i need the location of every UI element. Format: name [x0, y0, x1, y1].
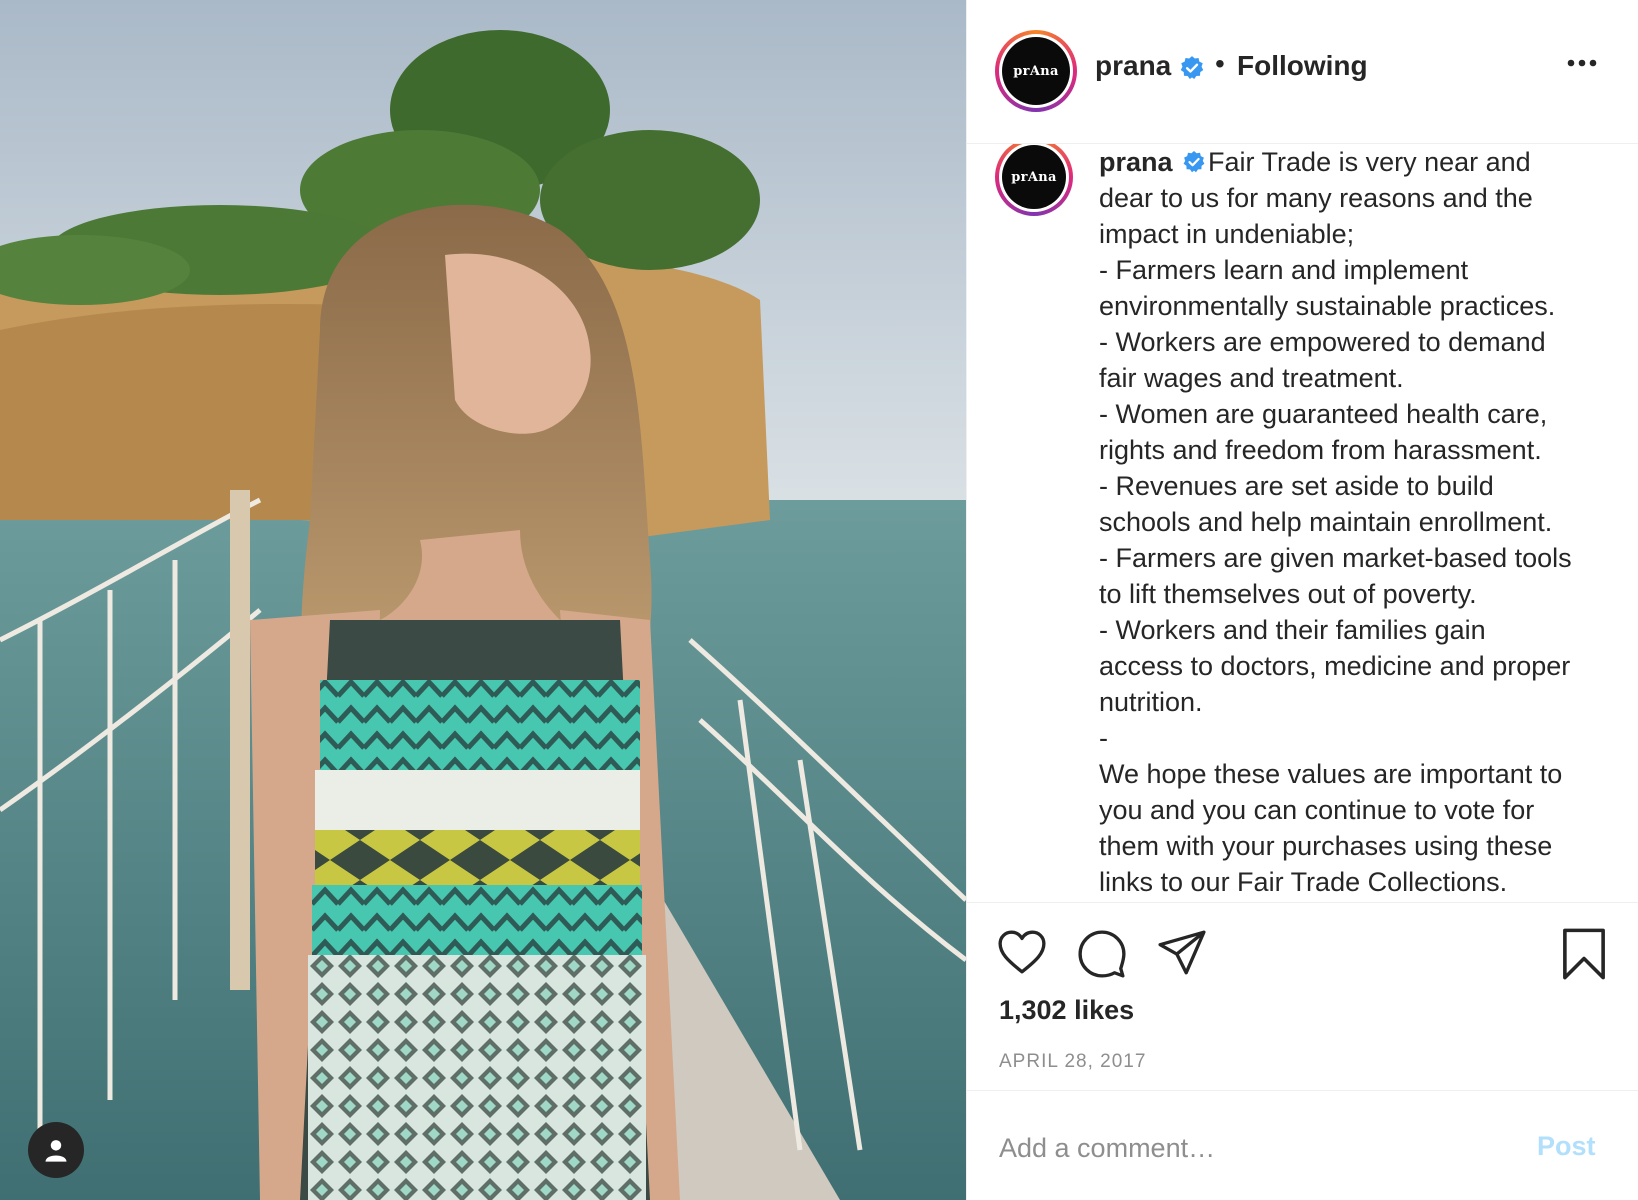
likes-count[interactable]: 1,302 likes	[999, 995, 1134, 1026]
caption-first-line: prana Fair Trade is very near and	[1099, 144, 1629, 180]
caption-line: nutrition.	[1099, 687, 1203, 717]
caption-line: you and you can continue to vote for	[1099, 795, 1535, 825]
caption-line: - Farmers learn and implement	[1099, 255, 1469, 285]
caption-line: environmentally sustainable practices.	[1099, 291, 1556, 321]
bookmark-icon[interactable]	[1561, 927, 1607, 981]
post-actions: 1,302 likes APRIL 28, 2017	[967, 902, 1638, 1092]
caption-line: impact in undeniable;	[1099, 219, 1355, 249]
comment-input[interactable]	[997, 1125, 1501, 1171]
caption-line: -	[1099, 723, 1108, 753]
caption-area: prAna prana Fair Trade is very near and …	[967, 144, 1638, 902]
caption-line: fair wages and treatment.	[1099, 363, 1404, 393]
comment-bar: Post	[967, 1090, 1638, 1200]
caption-line: them with your purchases using these	[1099, 831, 1553, 861]
caption-avatar[interactable]: prAna	[995, 144, 1073, 216]
caption-line: - Workers and their families gain	[1099, 615, 1486, 645]
caption-line: We hope these values are important to	[1099, 759, 1563, 789]
caption-line: access to doctors, medicine and proper	[1099, 651, 1571, 681]
post-side-panel: prAna prana • Following prAna prana Fair…	[966, 0, 1638, 1200]
post-date[interactable]: APRIL 28, 2017	[999, 1051, 1146, 1073]
caption-line: dear to us for many reasons and the	[1099, 183, 1533, 213]
post-image	[0, 0, 966, 1200]
user-tag-button[interactable]	[28, 1122, 84, 1178]
caption-line: rights and freedom from harassment.	[1099, 435, 1542, 465]
caption-line: links to our Fair Trade Collections.	[1099, 867, 1508, 897]
caption-line: schools and help maintain enrollment.	[1099, 507, 1553, 537]
header-separator: •	[1215, 48, 1225, 79]
more-options-icon[interactable]	[1567, 58, 1597, 68]
caption-line: - Farmers are given market-based tools	[1099, 543, 1572, 573]
header-username[interactable]: prana	[1095, 50, 1205, 82]
caption-line: - Women are guaranteed health care,	[1099, 399, 1548, 429]
header-username-text: prana	[1095, 50, 1172, 81]
caption-line: Fair Trade is very near and	[1208, 147, 1531, 177]
avatar[interactable]: prAna	[995, 30, 1077, 112]
caption-text: prana Fair Trade is very near and dear t…	[1099, 144, 1629, 900]
verified-badge-icon	[1183, 150, 1205, 173]
caption-avatar-logo: prAna	[1002, 145, 1066, 209]
verified-badge-icon	[1180, 55, 1204, 79]
following-button[interactable]: Following	[1237, 50, 1368, 82]
user-tag-icon	[45, 1140, 67, 1162]
caption-line: - Workers are empowered to demand	[1099, 327, 1546, 357]
post-header: prAna prana • Following	[967, 0, 1638, 144]
avatar-border: prAna	[999, 34, 1073, 108]
caption-avatar-border: prAna	[999, 144, 1069, 212]
caption-line: to lift themselves out of poverty.	[1099, 579, 1477, 609]
comment-icon[interactable]	[1077, 929, 1127, 979]
share-icon[interactable]	[1157, 929, 1207, 977]
avatar-logo: prAna	[1002, 37, 1070, 105]
post-photo[interactable]	[0, 0, 966, 1200]
caption-line: - Revenues are set aside to build	[1099, 471, 1494, 501]
caption-username[interactable]: prana	[1099, 147, 1173, 177]
heart-icon[interactable]	[997, 929, 1047, 975]
post-comment-button[interactable]: Post	[1537, 1131, 1596, 1162]
